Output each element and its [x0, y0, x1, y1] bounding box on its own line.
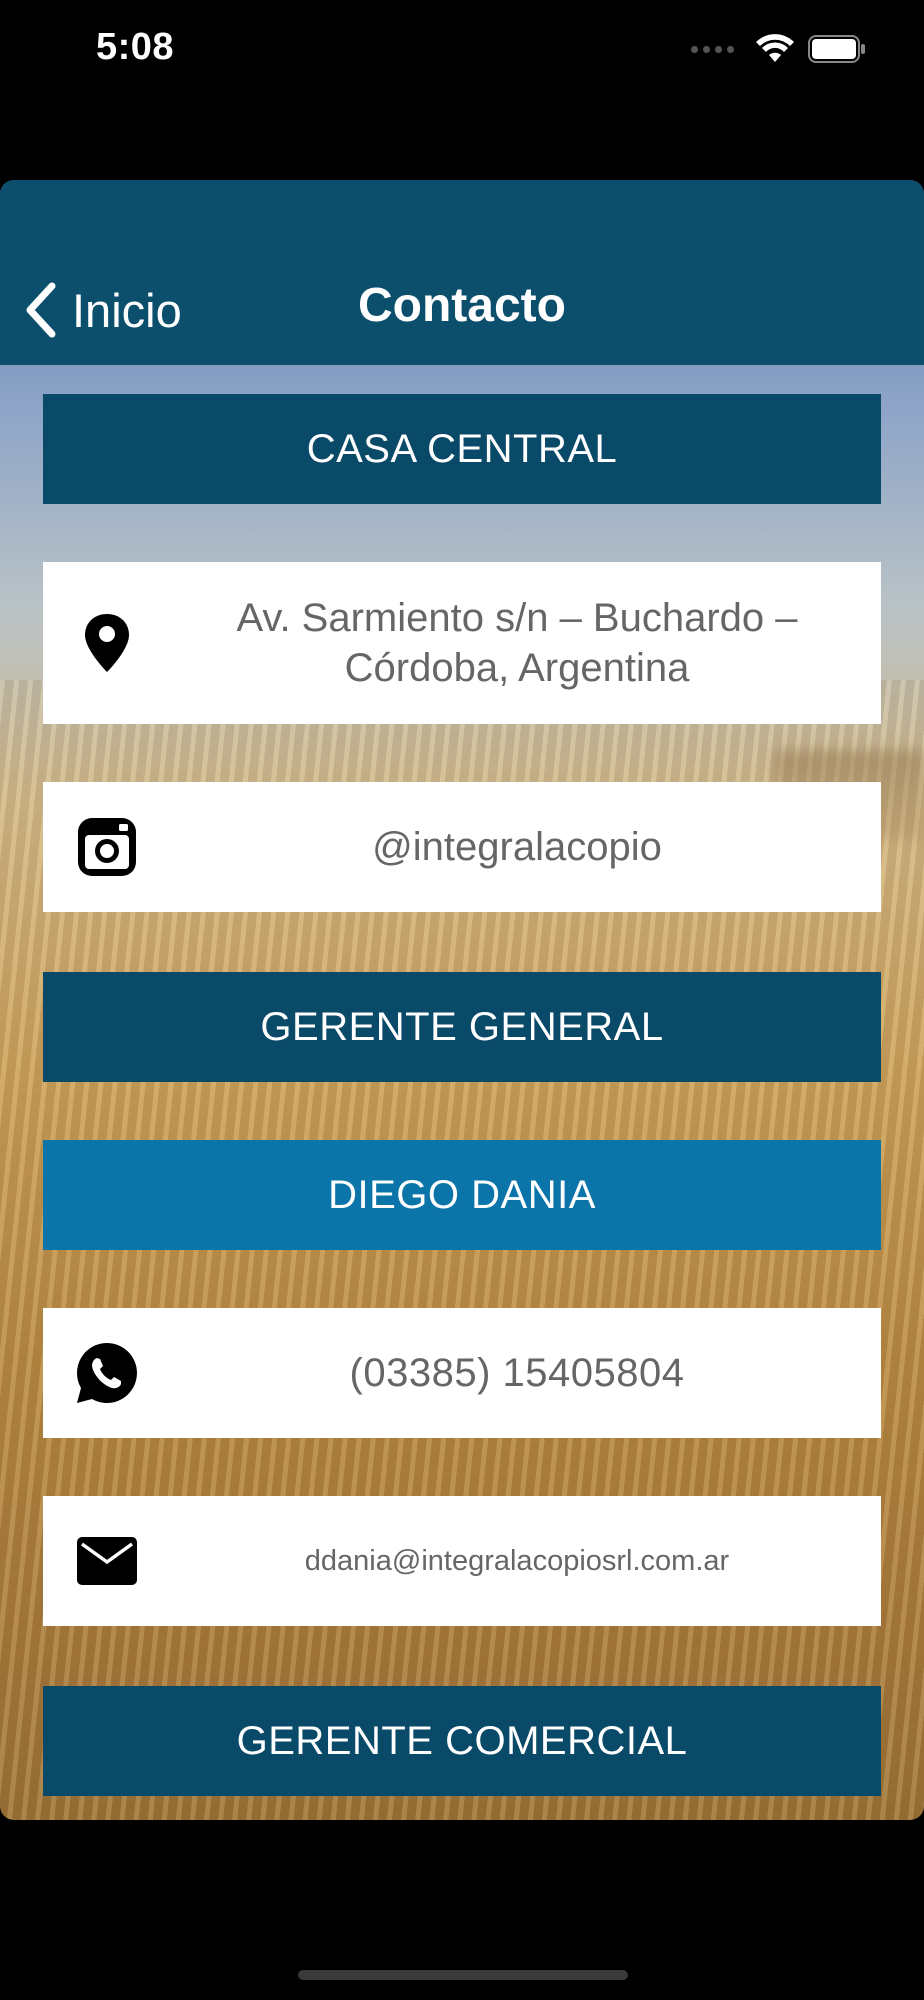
- status-time: 5:08: [96, 26, 175, 68]
- page-title: Contacto: [358, 279, 566, 332]
- mail-icon: [75, 1529, 139, 1593]
- battery-icon: [808, 35, 865, 63]
- instagram-handle: @integralacopio: [372, 824, 662, 869]
- whatsapp-icon: [75, 1341, 139, 1405]
- gerente-comercial-header: GERENTE COMERCIAL: [43, 1686, 881, 1796]
- navigation-bar: Inicio Contacto: [0, 180, 924, 365]
- email-address: ddania@integralacopiosrl.com.ar: [304, 1544, 730, 1577]
- gerente-general-header: GERENTE GENERAL: [43, 972, 881, 1082]
- status-bar: 5:08: [0, 0, 924, 110]
- phone-row[interactable]: (03385) 15405804: [43, 1308, 881, 1438]
- instagram-icon: [75, 815, 139, 879]
- address-text: Av. Sarmiento s/n – Buchardo – Córdoba, …: [236, 596, 798, 690]
- status-icons: [691, 34, 866, 64]
- gerente-comercial-label: GERENTE COMERCIAL: [236, 1718, 688, 1763]
- email-row[interactable]: ddania@integralacopiosrl.com.ar: [43, 1496, 881, 1626]
- cellular-signal-icon: [691, 45, 734, 53]
- gerente-general-name-row: DIEGO DANIA: [43, 1140, 881, 1250]
- address-row[interactable]: Av. Sarmiento s/n – Buchardo – Córdoba, …: [43, 562, 881, 724]
- gerente-general-label: GERENTE GENERAL: [260, 1004, 664, 1049]
- home-indicator[interactable]: [298, 1970, 628, 1980]
- location-pin-icon: [75, 611, 139, 675]
- casa-central-label: CASA CENTRAL: [306, 426, 618, 471]
- phone-number: (03385) 15405804: [349, 1350, 685, 1395]
- casa-central-header: CASA CENTRAL: [43, 394, 881, 504]
- wifi-icon: [756, 34, 794, 62]
- gerente-general-name: DIEGO DANIA: [328, 1172, 596, 1217]
- app-screen: Inicio Contacto CASA CENTRAL Av. Sarmien…: [0, 180, 924, 1820]
- instagram-row[interactable]: @integralacopio: [43, 782, 881, 912]
